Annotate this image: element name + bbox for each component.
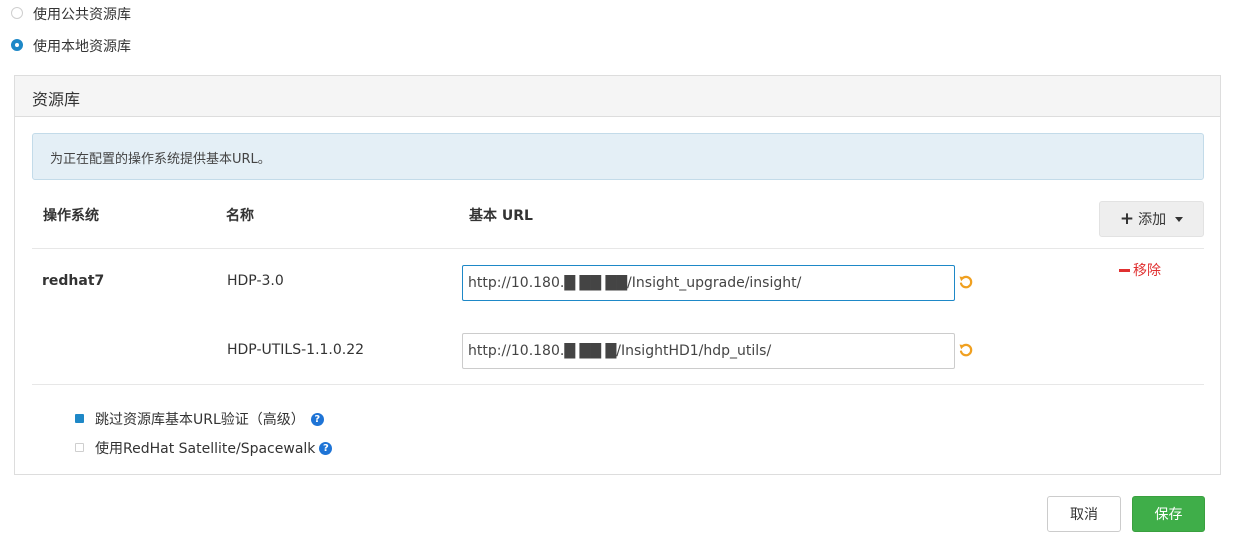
panel-heading: 资源库 [15,76,1220,117]
public-repo-radio[interactable] [11,7,23,19]
local-repo-radio[interactable] [11,39,23,51]
help-icon[interactable]: ? [310,412,324,426]
public-repo-label[interactable]: 使用公共资源库 [33,4,131,24]
remove-os-button[interactable]: 移除 [1119,260,1161,280]
minus-icon [1119,268,1130,272]
caret-down-icon [1175,216,1184,222]
info-alert: 为正在配置的操作系统提供基本URL。 [32,133,1204,180]
help-icon[interactable]: ? [319,441,333,455]
base-url-input-1[interactable] [462,265,955,301]
skip-validation-label[interactable]: 跳过资源库基本URL验证（高级） [95,409,305,429]
column-header-name: 名称 [226,208,254,224]
column-header-os: 操作系统 [43,208,99,224]
local-repo-label[interactable]: 使用本地资源库 [33,36,131,56]
satellite-label[interactable]: 使用RedHat Satellite/Spacewalk [95,438,315,458]
satellite-option: 使用RedHat Satellite/Spacewalk ? [95,438,333,458]
info-alert-text: 为正在配置的操作系统提供基本URL。 [50,152,271,167]
panel-title: 资源库 [32,90,81,109]
save-button[interactable]: 保存 [1132,496,1205,532]
repo-name-2: HDP-UTILS-1.1.0.22 [227,342,365,358]
skip-validation-option: 跳过资源库基本URL验证（高级） ? [95,409,324,429]
cancel-button[interactable]: 取消 [1047,496,1121,532]
plus-icon: + [1119,208,1135,229]
skip-validation-checkbox[interactable] [75,414,84,423]
undo-icon-1[interactable] [958,274,974,290]
satellite-checkbox[interactable] [75,443,84,452]
add-button-label: 添加 [1138,212,1167,228]
table-divider-bottom [32,384,1204,385]
column-header-base-url: 基本 URL [469,208,533,224]
undo-icon-2[interactable] [958,342,974,358]
os-name: redhat7 [42,273,105,289]
table-divider-top [32,248,1204,249]
base-url-input-2[interactable] [462,333,955,369]
repo-name-1: HDP-3.0 [227,273,284,289]
add-os-button[interactable]: + 添加 [1099,201,1204,237]
remove-button-label: 移除 [1133,263,1161,279]
